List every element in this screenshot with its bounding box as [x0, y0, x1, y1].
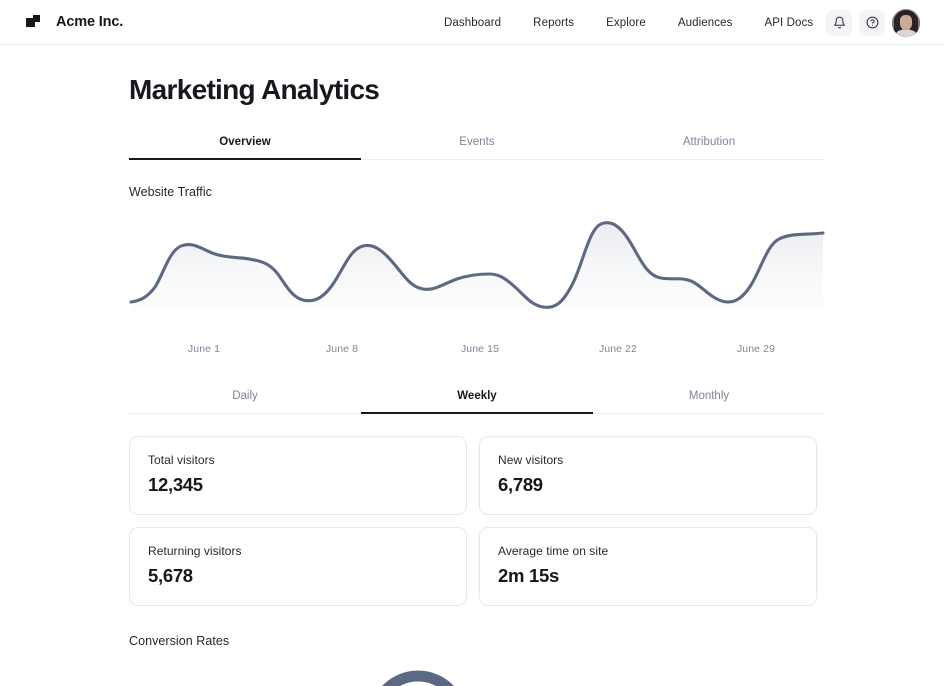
nav-item-api-docs[interactable]: API Docs	[748, 17, 829, 29]
nav-item-explore[interactable]: Explore	[590, 17, 662, 29]
section-tabs: Overview Events Attribution	[129, 127, 825, 160]
metric-label: Returning visitors	[148, 544, 448, 558]
primary-nav: Dashboard Reports Explore Audiences API …	[444, 0, 829, 45]
x-tick-2: June 15	[411, 343, 549, 355]
x-tick-0: June 1	[135, 343, 273, 355]
metric-card-new-visitors[interactable]: New visitors 6,789	[479, 436, 817, 515]
range-tab-daily[interactable]: Daily	[129, 381, 361, 413]
tab-attribution[interactable]: Attribution	[593, 127, 825, 159]
metric-label: Average time on site	[498, 544, 798, 558]
x-tick-4: June 29	[687, 343, 825, 355]
app-header: Acme Inc. Dashboard Reports Explore Audi…	[0, 0, 944, 45]
bell-icon	[833, 16, 846, 29]
metric-label: New visitors	[498, 453, 798, 467]
chart-x-axis: June 1 June 8 June 15 June 22 June 29	[129, 343, 825, 355]
metric-card-average-time-on-site[interactable]: Average time on site 2m 15s	[479, 527, 817, 606]
metric-value: 6,789	[498, 474, 798, 496]
metric-card-returning-visitors[interactable]: Returning visitors 5,678	[129, 527, 467, 606]
range-tab-weekly[interactable]: Weekly	[361, 381, 593, 413]
x-tick-3: June 22	[549, 343, 687, 355]
metric-label: Total visitors	[148, 453, 448, 467]
metric-card-total-visitors[interactable]: Total visitors 12,345	[129, 436, 467, 515]
page: Marketing Analytics Overview Events Attr…	[0, 45, 944, 686]
traffic-area-chart-svg	[129, 205, 825, 325]
page-title: Marketing Analytics	[129, 45, 825, 107]
range-tabs: Daily Weekly Monthly	[129, 381, 825, 414]
metric-value: 5,678	[148, 565, 448, 587]
metric-value: 12,345	[148, 474, 448, 496]
avatar[interactable]	[892, 9, 920, 37]
help-circle-icon	[866, 16, 879, 29]
nav-item-dashboard[interactable]: Dashboard	[444, 17, 517, 29]
range-tab-monthly[interactable]: Monthly	[593, 381, 825, 413]
content-column: Marketing Analytics Overview Events Attr…	[129, 45, 825, 686]
chart-title: Website Traffic	[129, 185, 825, 199]
brand-name: Acme Inc.	[56, 14, 123, 30]
tab-overview[interactable]: Overview	[129, 127, 361, 159]
metric-cards: Total visitors 12,345 New visitors 6,789…	[129, 436, 825, 606]
help-button[interactable]	[859, 10, 885, 36]
conversion-donut-chart	[129, 660, 825, 686]
donut-arc	[374, 676, 462, 686]
nav-item-reports[interactable]: Reports	[517, 17, 590, 29]
website-traffic-chart	[129, 205, 825, 325]
acme-squares-logo-icon	[26, 14, 43, 31]
donut-chart-svg	[358, 660, 478, 686]
metric-value: 2m 15s	[498, 565, 798, 587]
traffic-area-fill	[131, 223, 823, 310]
notifications-button[interactable]	[826, 10, 852, 36]
nav-item-audiences[interactable]: Audiences	[662, 17, 749, 29]
x-tick-1: June 8	[273, 343, 411, 355]
conversion-rates-title: Conversion Rates	[129, 634, 825, 648]
brand[interactable]: Acme Inc.	[26, 14, 123, 31]
tab-events[interactable]: Events	[361, 127, 593, 159]
header-actions	[826, 0, 920, 45]
